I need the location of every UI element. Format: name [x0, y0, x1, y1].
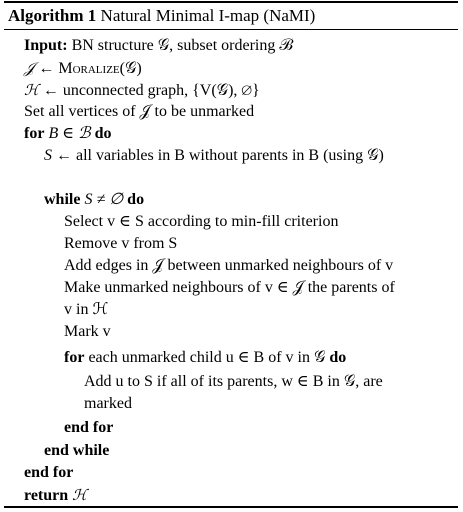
- algorithm-title: Natural Minimal I-map (NaMI): [100, 6, 316, 25]
- top-rule: [4, 1, 458, 3]
- add-edges-line: Add edges in 𝒥 between unmarked neighbou…: [64, 257, 394, 274]
- make-parents-line-1: Make unmarked neighbours of v ∈ 𝒥 the pa…: [64, 279, 395, 296]
- init-h-line: ℋ ← unconnected graph, {V(𝒢), ∅}: [24, 81, 260, 99]
- for-line: for B ∈ ℬ do: [24, 125, 112, 142]
- mark-line: Mark v: [64, 323, 111, 340]
- end-for-inner: end for: [64, 419, 114, 436]
- bottom-rule: [4, 506, 458, 508]
- return-line: return ℋ: [24, 486, 87, 504]
- add-u-line-1: Add u to S if all of its parents, w ∈ B …: [84, 373, 383, 390]
- make-parents-line-2: v in ℋ: [64, 301, 109, 318]
- input-line: Input: BN structure 𝒢, subset ordering ℬ: [24, 37, 293, 54]
- remove-line: Remove v from S: [64, 235, 178, 252]
- moralize-line: 𝒥 ← Moralize(𝒢): [24, 59, 142, 77]
- end-while: end while: [44, 442, 110, 459]
- inner-for-line: for each unmarked child u ∈ B of v in 𝒢 …: [64, 349, 347, 366]
- algorithm-caption: Algorithm 1 Natural Minimal I-map (NaMI): [8, 4, 315, 27]
- set-s-line: S ← all variables in B without parents i…: [44, 147, 384, 164]
- unmark-line: Set all vertices of 𝒥 to be unmarked: [24, 103, 255, 120]
- while-line: while S ≠ ∅ do: [44, 191, 145, 208]
- select-line: Select v ∈ S according to min-fill crite…: [64, 213, 339, 230]
- end-for-outer: end for: [24, 464, 74, 481]
- caption-rule: [4, 29, 458, 30]
- add-u-line-2: marked: [84, 395, 132, 412]
- algorithm-label: Algorithm 1: [8, 6, 97, 25]
